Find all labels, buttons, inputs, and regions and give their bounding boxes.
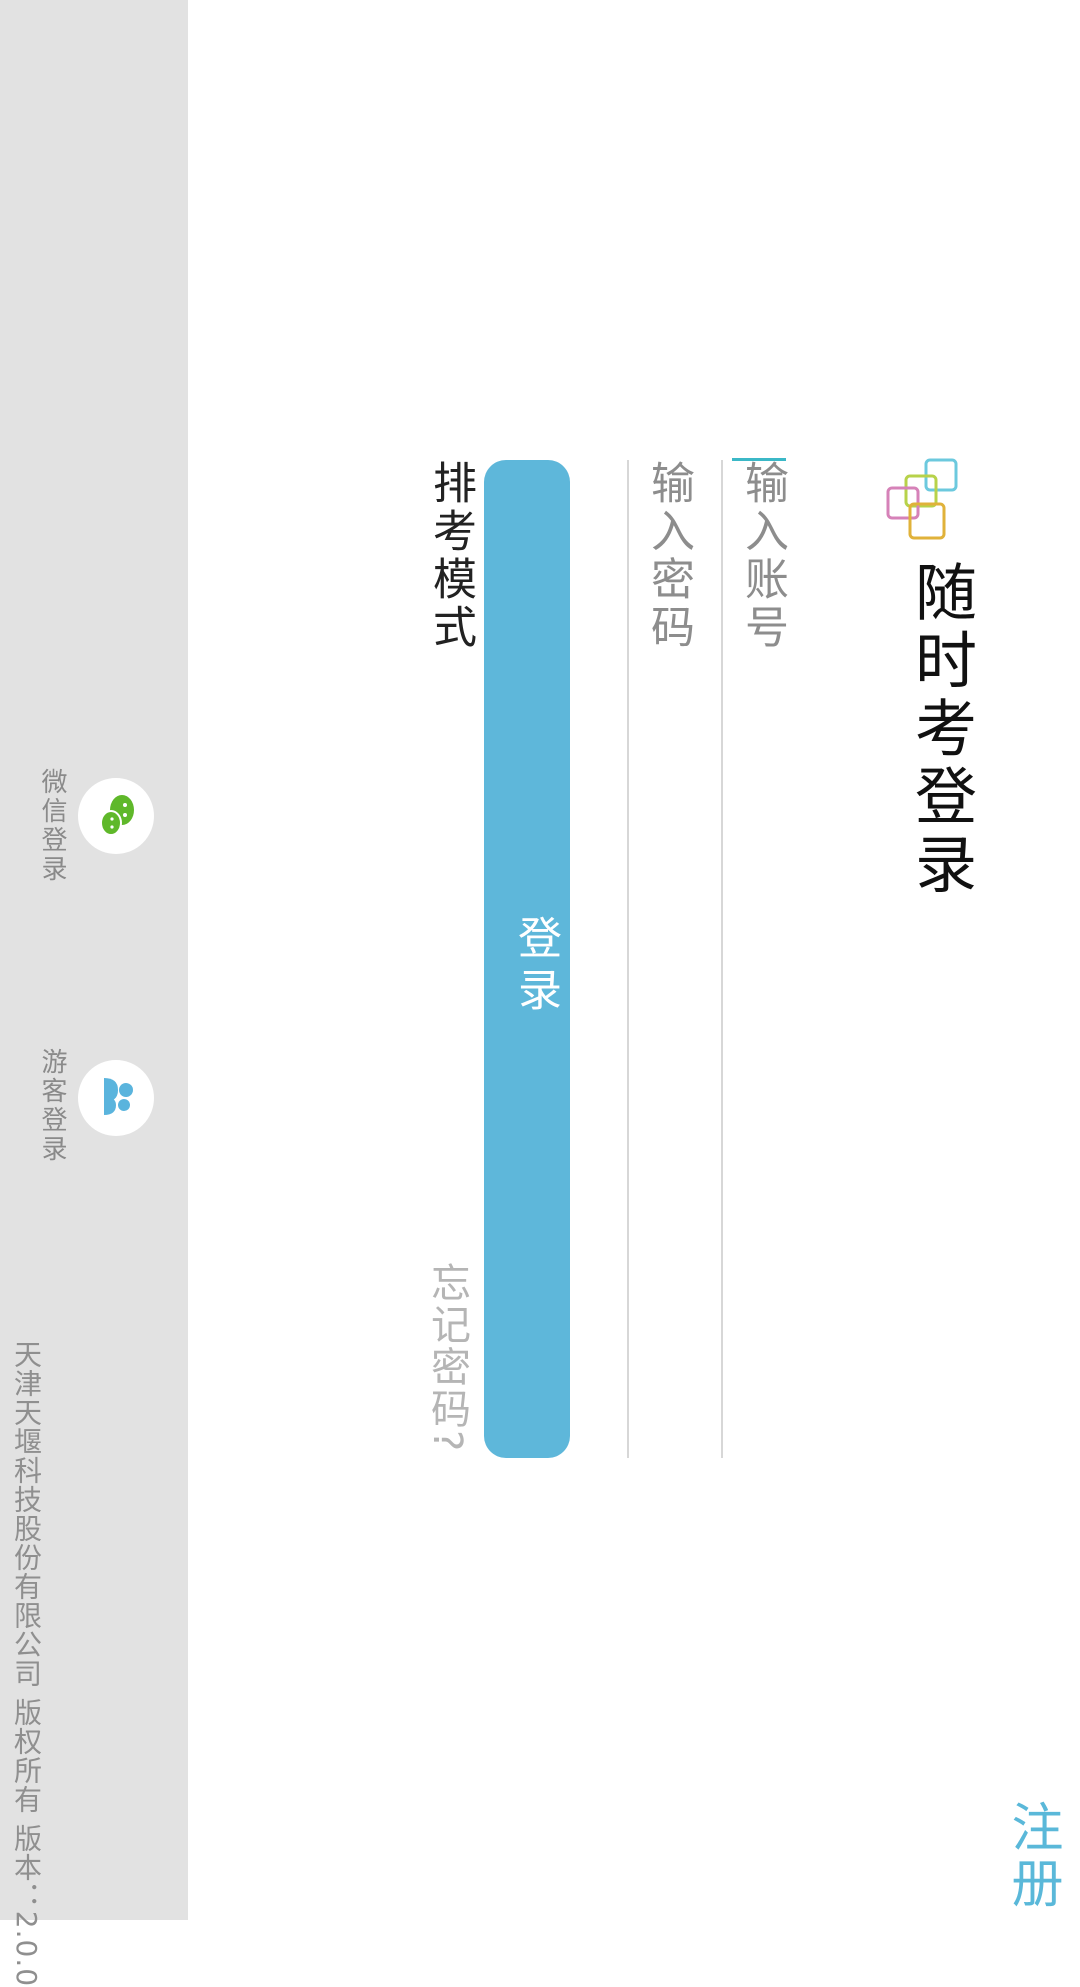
copyright-text: 天津天堰科技股份有限公司 版权所有 版本：2.0.0 bbox=[10, 1340, 43, 1987]
password-input[interactable]: 输入密码 bbox=[636, 460, 700, 652]
guest-login-label: 游客登录 bbox=[37, 1048, 67, 1164]
account-field-underline bbox=[721, 460, 723, 1458]
page-title: 随时考登录 bbox=[904, 560, 977, 900]
login-button-label: 登录 bbox=[510, 915, 561, 1019]
password-field-underline bbox=[627, 460, 629, 1458]
overlapping-squares-logo-icon bbox=[886, 458, 958, 540]
forgot-password-link[interactable]: 忘记密码? bbox=[418, 1262, 476, 1453]
account-input[interactable]: 输入账号 bbox=[730, 460, 794, 652]
mock-exam-mode-link[interactable]: 排考模式 bbox=[418, 460, 482, 652]
guest-login-button[interactable] bbox=[78, 1060, 154, 1136]
register-link[interactable]: 注册 bbox=[995, 1800, 1070, 1912]
wechat-icon bbox=[100, 795, 134, 836]
wechat-login-button[interactable] bbox=[78, 778, 154, 854]
guest-users-icon bbox=[104, 1078, 133, 1115]
wechat-login-label: 微信登录 bbox=[37, 768, 67, 884]
